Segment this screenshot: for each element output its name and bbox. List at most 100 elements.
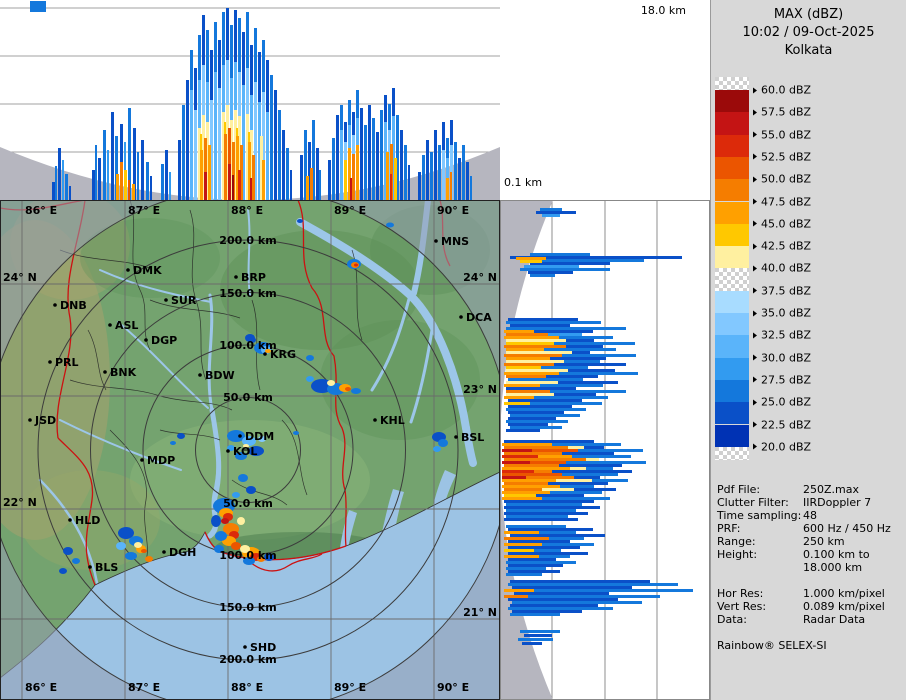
scale-label: 35.0 dBZ — [753, 307, 811, 320]
info-row: Data: Radar Data — [717, 613, 866, 626]
info-row: Hor Res: 1.000 km/pixel — [717, 587, 885, 600]
svg-text:DDM: DDM — [245, 430, 274, 443]
scale-tick-icon — [753, 176, 757, 183]
axis-label-area: 18.0 km 0.1 km — [500, 0, 710, 200]
scale-label: 37.5 dBZ — [753, 284, 811, 297]
svg-text:87° E: 87° E — [128, 204, 160, 217]
scale-tick-icon — [753, 443, 757, 450]
scale-label: 50.0 dBZ — [753, 173, 811, 186]
scale-tick-icon — [753, 399, 757, 406]
product-info-block: Pdf File: 250Z.max Clutter Filter: IIRDoppl… — [717, 483, 905, 626]
svg-text:DGH: DGH — [169, 546, 196, 559]
scale-box-transparent — [715, 268, 749, 291]
svg-text:BRP: BRP — [241, 271, 266, 284]
scale-label: 40.0 dBZ — [753, 262, 811, 275]
svg-text:100.0 km: 100.0 km — [219, 549, 276, 562]
svg-text:22° N: 22° N — [3, 496, 37, 509]
svg-text:DGP: DGP — [151, 334, 177, 347]
svg-text:50.0 km: 50.0 km — [223, 497, 273, 510]
svg-text:PRL: PRL — [55, 356, 79, 369]
scale-label: 45.0 dBZ — [753, 217, 811, 230]
svg-text:BNK: BNK — [110, 366, 137, 379]
scale-label: 60.0 dBZ — [753, 84, 811, 97]
scale-tick-icon — [753, 198, 757, 205]
scale-box — [715, 156, 749, 180]
svg-text:KRG: KRG — [270, 348, 296, 361]
scale-label: 27.5 dBZ — [753, 373, 811, 386]
svg-text:BDW: BDW — [205, 369, 235, 382]
scale-box — [715, 335, 749, 358]
scale-tick-icon — [753, 310, 757, 316]
svg-text:SUR: SUR — [171, 294, 197, 307]
svg-text:SHD: SHD — [250, 641, 276, 654]
svg-text:JSD: JSD — [34, 414, 56, 427]
radar-product-window: 18.0 km 0.1 km 200.0 km 150.0 km 100.0 km 5… — [0, 0, 906, 700]
svg-text:89° E: 89° E — [334, 204, 366, 217]
scale-tick-icon — [753, 109, 757, 116]
svg-text:89° E: 89° E — [334, 681, 366, 694]
svg-text:100.0 km: 100.0 km — [219, 339, 276, 352]
scale-box — [715, 246, 749, 269]
svg-text:150.0 km: 150.0 km — [219, 287, 276, 300]
scale-tick-icon — [753, 243, 757, 250]
scale-tick-icon — [753, 287, 757, 294]
scale-label: 20.0 dBZ — [753, 440, 811, 453]
scale-tick-icon — [753, 87, 757, 93]
vertical-cross-section-top-panel[interactable] — [0, 0, 500, 200]
scale-label: 57.5 dBZ — [753, 106, 811, 119]
scale-tick-icon — [753, 220, 757, 227]
scale-tick-icon — [753, 354, 757, 361]
svg-text:HLD: HLD — [75, 514, 100, 527]
scale-box — [715, 379, 749, 403]
svg-text:MDP: MDP — [147, 454, 175, 467]
svg-text:BSL: BSL — [461, 431, 484, 444]
legend-panel: MAX (dBZ) 10:02 / 09-Oct-2025 Kolkata 60… — [710, 0, 906, 700]
scale-tick-icon — [753, 421, 757, 428]
svg-text:90° E: 90° E — [437, 681, 469, 694]
scale-tick-icon — [753, 265, 757, 272]
scale-box — [715, 290, 749, 313]
radar-map-panel[interactable]: 200.0 km 150.0 km 100.0 km 50.0 km 50.0 km 10… — [0, 200, 500, 700]
svg-text:24° N: 24° N — [3, 271, 37, 284]
svg-text:BLS: BLS — [95, 561, 118, 574]
scale-tick-icon — [753, 376, 757, 383]
svg-text:DCA: DCA — [466, 311, 492, 324]
top-panel-canvas — [0, 0, 500, 200]
scale-label: 52.5 dBZ — [753, 150, 811, 163]
svg-text:150.0 km: 150.0 km — [219, 601, 276, 614]
info-row: Height: 0.100 km to — [717, 548, 870, 561]
info-row: PRF: 600 Hz / 450 Hz — [717, 522, 891, 535]
scale-tick-icon — [753, 131, 757, 138]
svg-text:24° N: 24° N — [463, 271, 497, 284]
svg-text:ASL: ASL — [115, 319, 138, 332]
svg-text:87° E: 87° E — [128, 681, 160, 694]
scale-tick-icon — [753, 153, 757, 160]
svg-text:DNB: DNB — [60, 299, 87, 312]
svg-text:90° E: 90° E — [437, 204, 469, 217]
info-row: Time sampling: 48 — [717, 509, 817, 522]
software-brand: Rainbow® SELEX-SI — [717, 639, 827, 652]
info-row: Range: 250 km — [717, 535, 845, 548]
scale-box-transparent — [715, 77, 749, 90]
scale-box — [715, 134, 749, 157]
svg-text:200.0 km: 200.0 km — [219, 234, 276, 247]
scale-box — [715, 90, 749, 113]
info-row: 18.000 km — [803, 561, 863, 574]
scale-box-transparent — [715, 446, 749, 460]
svg-text:MNS: MNS — [441, 235, 469, 248]
scale-label: 25.0 dBZ — [753, 396, 811, 409]
svg-text:KOL: KOL — [233, 445, 257, 458]
scale-box — [715, 112, 749, 135]
info-row: Pdf File: 250Z.max — [717, 483, 859, 496]
info-row: Vert Res: 0.089 km/pixel — [717, 600, 885, 613]
scale-label: 32.5 dBZ — [753, 329, 811, 342]
scale-label: 55.0 dBZ — [753, 128, 811, 141]
scale-label: 47.5 dBZ — [753, 195, 811, 208]
scale-box — [715, 424, 749, 447]
vertical-cross-section-right-panel[interactable] — [500, 200, 710, 700]
scale-box — [715, 223, 749, 247]
scale-box — [715, 402, 749, 425]
svg-text:23° N: 23° N — [463, 383, 497, 396]
height-axis-min-label: 0.1 km — [504, 176, 543, 189]
map-canvas: 200.0 km 150.0 km 100.0 km 50.0 km 50.0 km 10… — [0, 200, 500, 700]
